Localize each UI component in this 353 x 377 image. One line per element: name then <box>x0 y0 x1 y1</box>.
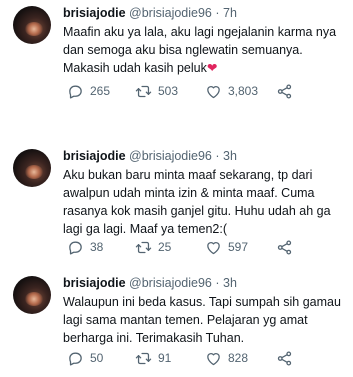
reply-icon <box>69 352 82 366</box>
like-icon <box>207 85 220 98</box>
retweet-icon <box>135 352 152 364</box>
display-name[interactable]: brisiajodie <box>63 149 126 163</box>
tweet-actions: 38 25 597 <box>63 237 343 257</box>
retweet-icon <box>135 85 152 97</box>
retweet-icon <box>135 241 152 253</box>
reply-icon <box>69 241 82 255</box>
reply-count: 50 <box>90 351 104 365</box>
timestamp[interactable]: 7h <box>223 6 237 20</box>
like-count: 3,803 <box>228 84 259 98</box>
reply-button[interactable]: 38 <box>67 237 103 257</box>
retweet-button[interactable]: 503 <box>135 81 178 101</box>
reply-count: 265 <box>90 84 111 98</box>
tweet-text: Walaupun ini beda kasus. Tapi sumpah sih… <box>63 295 345 345</box>
share-button[interactable] <box>276 348 299 368</box>
reply-icon <box>69 85 82 99</box>
tweet-actions: 265 503 3,803 <box>63 81 343 101</box>
reply-count: 38 <box>90 240 104 254</box>
reply-button[interactable]: 265 <box>67 81 110 101</box>
share-button[interactable] <box>276 237 299 257</box>
timestamp[interactable]: 3h <box>223 276 237 290</box>
like-count: 597 <box>228 240 249 254</box>
like-icon <box>207 352 220 365</box>
avatar[interactable] <box>13 149 51 187</box>
share-button[interactable] <box>276 81 299 101</box>
heart-emoji: ❤ <box>206 61 218 75</box>
like-icon <box>207 241 220 254</box>
tweet-header: brisiajodie @brisiajodie96 · 7h <box>63 6 237 21</box>
tweet-header: brisiajodie @brisiajodie96 · 3h <box>63 149 237 164</box>
retweet-count: 25 <box>158 240 172 254</box>
avatar[interactable] <box>13 6 51 44</box>
tweet-text-content: Maafin aku ya lala, aku lagi ngejalanin … <box>63 25 340 75</box>
retweet-count: 503 <box>158 84 179 98</box>
retweet-button[interactable]: 25 <box>135 237 171 257</box>
share-icon <box>277 83 292 99</box>
like-button[interactable]: 597 <box>205 237 248 257</box>
retweet-button[interactable]: 91 <box>135 348 171 368</box>
separator: · <box>215 6 220 20</box>
timestamp[interactable]: 3h <box>223 149 237 163</box>
reply-button[interactable]: 50 <box>67 348 103 368</box>
separator: · <box>215 149 220 163</box>
share-icon <box>277 239 292 255</box>
display-name[interactable]: brisiajodie <box>63 6 126 20</box>
retweet-count: 91 <box>158 351 172 365</box>
tweet-text: Maafin aku ya lala, aku lagi ngejalanin … <box>63 23 347 77</box>
separator: · <box>215 276 220 290</box>
tweet-text: Aku bukan baru minta maaf sekarang, tp d… <box>63 168 335 236</box>
avatar[interactable] <box>13 276 51 314</box>
handle[interactable]: @brisiajodie96 <box>129 276 212 290</box>
tweet-header: brisiajodie @brisiajodie96 · 3h <box>63 276 237 291</box>
like-button[interactable]: 828 <box>205 348 248 368</box>
display-name[interactable]: brisiajodie <box>63 276 126 290</box>
handle[interactable]: @brisiajodie96 <box>129 149 212 163</box>
like-button[interactable]: 3,803 <box>205 81 258 101</box>
handle[interactable]: @brisiajodie96 <box>129 6 212 20</box>
tweet-actions: 50 91 828 <box>63 348 343 368</box>
like-count: 828 <box>228 351 249 365</box>
share-icon <box>277 350 292 366</box>
